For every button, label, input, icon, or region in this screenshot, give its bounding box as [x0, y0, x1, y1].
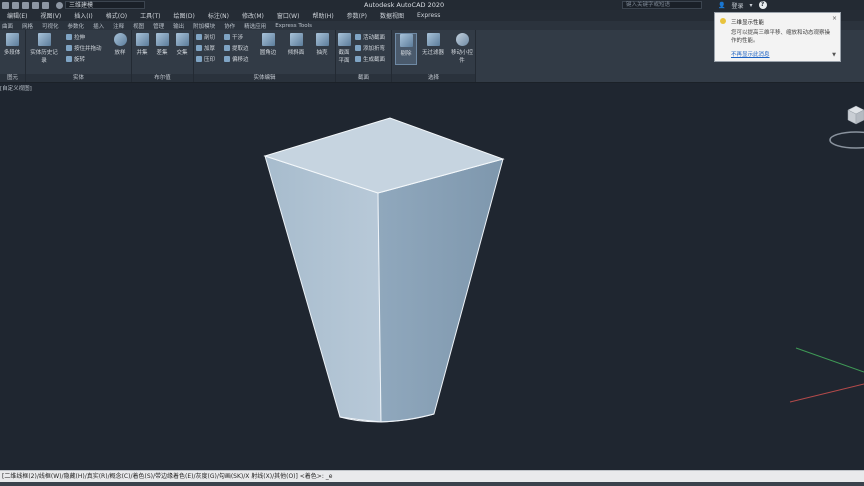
solid-left-face[interactable] [264, 155, 382, 423]
command-line[interactable]: [二维线框(2)/线框(W)/隐藏(H)/真实(R)/概念(C)/着色(S)/带… [0, 470, 864, 482]
drawing-viewport[interactable] [0, 0, 864, 486]
status-bar [0, 482, 864, 486]
ucs-x-axis [789, 383, 864, 403]
viewcube-compass[interactable] [829, 131, 864, 149]
ucs-y-axis [795, 347, 864, 373]
solid-right-face[interactable] [377, 158, 504, 423]
viewcube[interactable] [846, 104, 864, 126]
